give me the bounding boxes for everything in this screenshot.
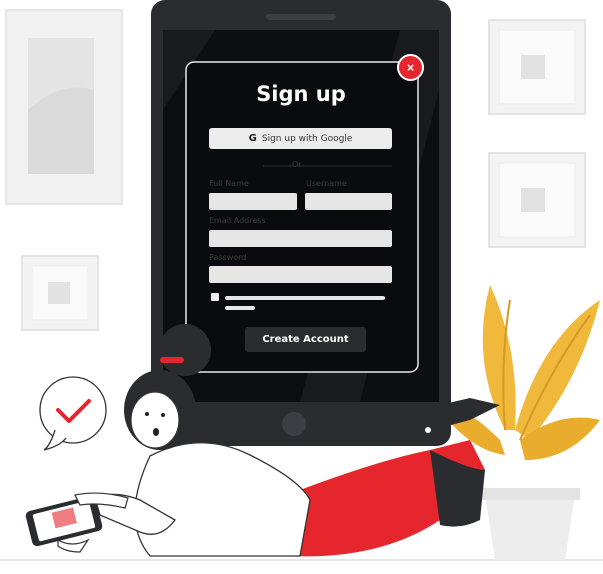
picture-frame-mid-right (488, 152, 586, 248)
google-signup-label: Sign up with Google (261, 133, 353, 144)
email-label: Email Address (209, 216, 266, 225)
full-name-field[interactable] (209, 193, 297, 210)
create-account-button[interactable]: Create Account (245, 327, 366, 352)
google-signup-button[interactable]: G Sign up with Google (209, 128, 392, 149)
google-icon: G (248, 133, 257, 144)
username-field[interactable] (305, 193, 392, 210)
picture-frame-top-right (488, 19, 586, 115)
close-icon[interactable]: × (397, 54, 424, 81)
email-field[interactable] (209, 230, 392, 247)
full-name-label: Full Name (209, 179, 249, 188)
picture-frame-small-left (21, 255, 99, 331)
checkmark-bubble (39, 376, 107, 451)
picture-frame-large (5, 9, 123, 205)
signup-title: Sign up (256, 82, 346, 106)
password-field[interactable] (209, 266, 392, 283)
username-label: Username (306, 179, 347, 188)
divider-text: Or (292, 160, 302, 169)
terms-checkbox[interactable] (211, 293, 219, 301)
password-label: Password (209, 253, 247, 262)
